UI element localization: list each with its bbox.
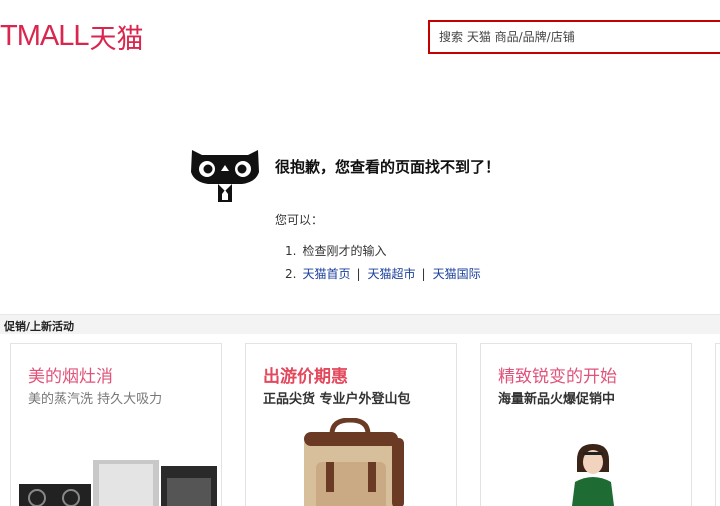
promo-card-subtitle: 正品尖货 专业户外登山包 [263, 392, 411, 407]
error-subtitle: 您可以： [275, 213, 324, 227]
link-separator: | [421, 267, 426, 281]
link-tmall-global[interactable]: 天猫国际 [433, 266, 481, 289]
promo-card-fashion[interactable]: 精致锐变的开始 海量新品火爆促销中 [480, 343, 692, 506]
suggestion-text: 检查刚才的输入 [302, 244, 387, 258]
link-separator: | [356, 267, 361, 281]
search-box [428, 20, 720, 54]
link-tmall-supermarket[interactable]: 天猫超市 [368, 266, 416, 289]
promo-card-kitchen[interactable]: 美的烟灶消 美的蒸汽洗 持久大吸力 [10, 343, 222, 506]
logo-cjk-text: 天猫 [89, 23, 144, 55]
promo-section-header: 促销/上新活动 [0, 314, 720, 334]
promo-card-title: 出游价期惠 [263, 367, 348, 387]
suggestion-item: 2. 天猫首页 | 天猫超市 | 天猫国际 [285, 266, 481, 289]
promo-card-subtitle: 美的蒸汽洗 持久大吸力 [28, 392, 163, 407]
link-tmall-home[interactable]: 天猫首页 [302, 266, 350, 289]
promo-card-outdoor[interactable]: 出游价期惠 正品尖货 专业户外登山包 [245, 343, 457, 506]
search-input[interactable] [430, 22, 720, 52]
suggestion-list: 1. 检查刚才的输入 2. 天猫首页 | 天猫超市 | 天猫国际 [285, 243, 481, 289]
promo-card-title: 美的烟灶消 [28, 367, 113, 387]
promo-card-subtitle: 海量新品火爆促销中 [498, 392, 616, 407]
tmall-logo[interactable]: TMALL 天猫 [0, 19, 143, 55]
kitchen-appliances-image [19, 460, 217, 506]
suggestion-number: 2. [285, 267, 297, 281]
suggestion-item: 1. 检查刚才的输入 [285, 243, 481, 266]
promo-card-partial[interactable] [715, 343, 720, 506]
tmall-cat-icon [191, 150, 259, 202]
suggestion-number: 1. [285, 244, 297, 258]
logo-latin-text: TMALL [0, 19, 89, 52]
error-title: 很抱歉，您查看的页面找不到了！ [275, 158, 501, 176]
fashion-model-image [572, 444, 614, 506]
backpack-image [304, 418, 404, 506]
promo-section-title: 促销/上新活动 [4, 320, 75, 333]
promo-card-title: 精致锐变的开始 [498, 367, 617, 387]
